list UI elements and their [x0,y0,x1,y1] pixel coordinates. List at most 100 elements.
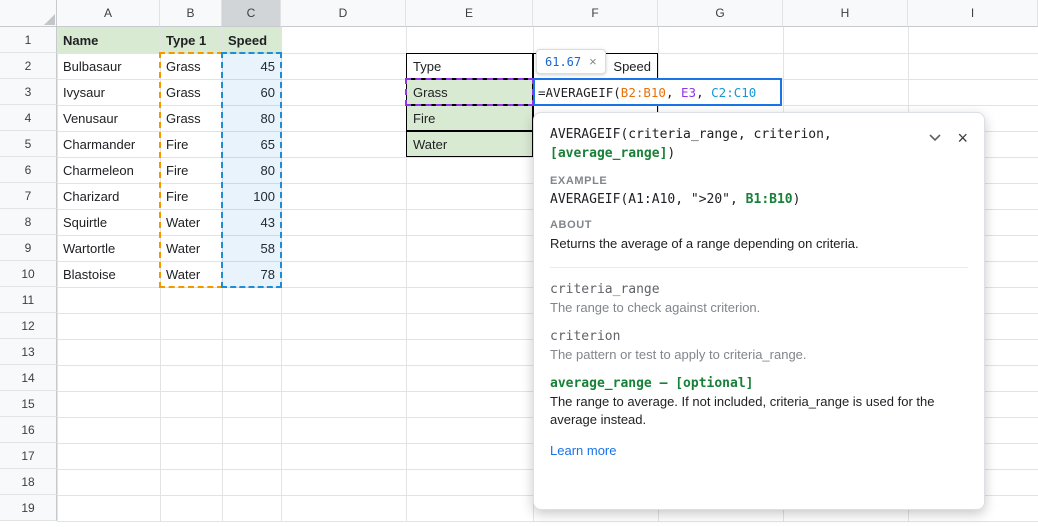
column-header-E[interactable]: E [406,0,533,27]
row-header-5[interactable]: 5 [0,131,57,157]
gridline [57,27,58,521]
example-suffix: ) [793,192,801,207]
formula-text: =AVERAGEIF(B2:B10, E3, C2:C10 [538,85,756,100]
about-label: ABOUT [550,219,968,231]
row-header-8[interactable]: 8 [0,209,57,235]
row-header-19[interactable]: 19 [0,495,57,521]
function-help-popup: × AVERAGEIF(criteria_range, criterion, [… [533,112,985,510]
column-header-D[interactable]: D [281,0,406,27]
param-desc-criterion: The pattern or test to apply to criteria… [550,346,968,364]
preview-value: 61.67 [545,55,581,69]
cell-C2[interactable]: 45 [222,53,281,79]
example-prefix: AVERAGEIF(A1:A10, ">20", [550,192,746,207]
cell-B2[interactable]: Grass [160,53,222,79]
gridline [222,27,223,521]
cell-C7[interactable]: 100 [222,183,281,209]
column-header-I[interactable]: I [908,0,1038,27]
function-signature: AVERAGEIF(criteria_range, criterion, [av… [550,125,902,163]
formula-token: E3 [681,85,696,100]
gridline [57,521,1038,522]
cell-C8[interactable]: 43 [222,209,281,235]
cell-A2[interactable]: Bulbasaur [57,53,160,79]
divider [550,267,968,268]
chevron-down-icon[interactable] [929,134,941,142]
cell-C1[interactable]: Speed [222,27,281,53]
cell-C6[interactable]: 80 [222,157,281,183]
row-header-6[interactable]: 6 [0,157,57,183]
cell-A7[interactable]: Charizard [57,183,160,209]
formula-token: , [696,85,711,100]
row-header-13[interactable]: 13 [0,339,57,365]
cell-E4[interactable]: Fire [406,105,533,131]
formula-token: =AVERAGEIF( [538,85,621,100]
cell-C10[interactable]: 78 [222,261,281,287]
column-header-C[interactable]: C [222,0,281,27]
close-icon[interactable]: × [957,129,968,147]
column-header-F[interactable]: F [533,0,658,27]
row-header-7[interactable]: 7 [0,183,57,209]
param-name-criteria-range: criteria_range [550,282,968,297]
param-desc-average-range: The range to average. If not included, c… [550,393,968,429]
cell-E3[interactable]: Grass [406,79,533,105]
cell-B3[interactable]: Grass [160,79,222,105]
cell-A1[interactable]: Name [57,27,160,53]
cell-C9[interactable]: 58 [222,235,281,261]
preview-dismiss-icon[interactable]: × [589,55,597,68]
cell-A8[interactable]: Squirtle [57,209,160,235]
example-highlight: B1:B10 [746,192,793,207]
cell-B6[interactable]: Fire [160,157,222,183]
column-header-G[interactable]: G [658,0,783,27]
signature-optional-arg: [average_range] [550,146,667,161]
spreadsheet: ABCDEFGHI12345678910111213141516171819Na… [0,0,1038,527]
row-header-4[interactable]: 4 [0,105,57,131]
cell-A4[interactable]: Venusaur [57,105,160,131]
cell-B8[interactable]: Water [160,209,222,235]
cell-A5[interactable]: Charmander [57,131,160,157]
learn-more-link[interactable]: Learn more [550,443,616,458]
row-header-14[interactable]: 14 [0,365,57,391]
row-header-18[interactable]: 18 [0,469,57,495]
cell-B5[interactable]: Fire [160,131,222,157]
cell-A3[interactable]: Ivysaur [57,79,160,105]
cell-E5[interactable]: Water [406,131,533,157]
row-header-15[interactable]: 15 [0,391,57,417]
param-desc-criteria-range: The range to check against criterion. [550,299,968,317]
formula-edit-cell[interactable]: =AVERAGEIF(B2:B10, E3, C2:C10 [533,78,782,106]
formula-token: C2:C10 [711,85,756,100]
param-name-average-range: average_range – [optional] [550,376,968,391]
formula-result-preview: 61.67 × [536,49,606,74]
row-header-16[interactable]: 16 [0,417,57,443]
cell-A10[interactable]: Blastoise [57,261,160,287]
row-header-12[interactable]: 12 [0,313,57,339]
cell-B9[interactable]: Water [160,235,222,261]
row-header-2[interactable]: 2 [0,53,57,79]
row-header-9[interactable]: 9 [0,235,57,261]
cell-B1[interactable]: Type 1 [160,27,222,53]
row-header-3[interactable]: 3 [0,79,57,105]
example-label: EXAMPLE [550,175,968,187]
cell-A6[interactable]: Charmeleon [57,157,160,183]
cell-E2[interactable]: Type [406,53,533,79]
cell-C4[interactable]: 80 [222,105,281,131]
about-text: Returns the average of a range depending… [550,235,968,253]
popup-icons: × [929,129,968,147]
row-header-1[interactable]: 1 [0,27,57,53]
row-header-10[interactable]: 10 [0,261,57,287]
cell-B7[interactable]: Fire [160,183,222,209]
formula-token: B2:B10 [621,85,666,100]
row-header-17[interactable]: 17 [0,443,57,469]
column-header-B[interactable]: B [160,0,222,27]
param-name-criterion: criterion [550,329,968,344]
select-all-corner[interactable] [0,0,57,27]
cell-B4[interactable]: Grass [160,105,222,131]
cell-B10[interactable]: Water [160,261,222,287]
row-header-11[interactable]: 11 [0,287,57,313]
cell-C5[interactable]: 65 [222,131,281,157]
cell-C3[interactable]: 60 [222,79,281,105]
example-text: AVERAGEIF(A1:A10, ">20", B1:B10) [550,191,968,209]
column-header-A[interactable]: A [57,0,160,27]
column-header-H[interactable]: H [783,0,908,27]
cell-A9[interactable]: Wartortle [57,235,160,261]
formula-token: , [666,85,681,100]
signature-prefix: AVERAGEIF(criteria_range, criterion, [550,127,832,142]
